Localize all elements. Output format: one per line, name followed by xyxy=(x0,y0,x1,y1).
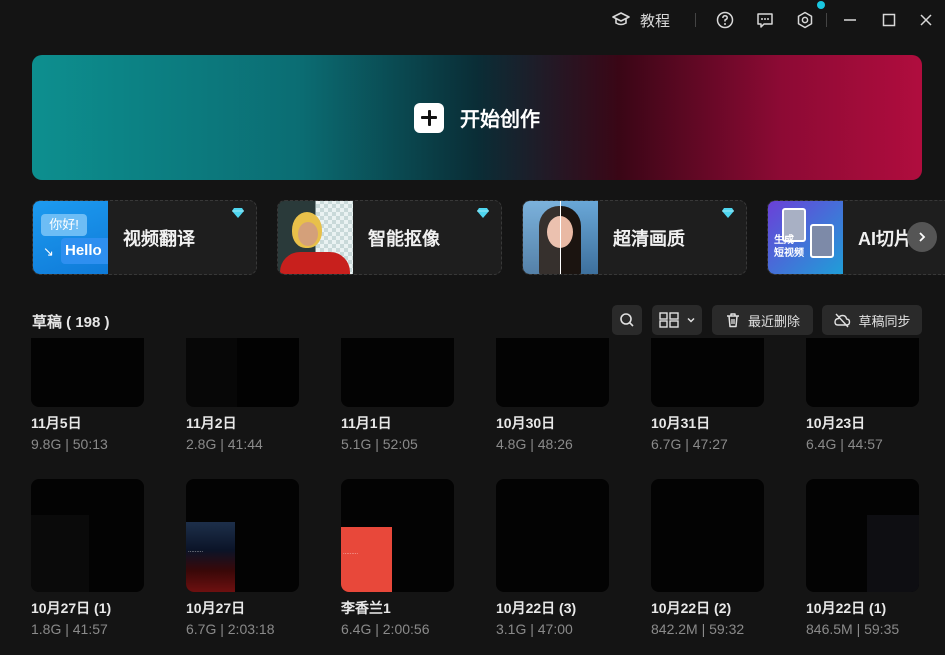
draft-name: 10月27日 xyxy=(186,598,299,618)
feature-card-hd-quality[interactable]: 超清画质 xyxy=(522,200,747,275)
draft-meta: 6.4G | 2:00:56 xyxy=(341,621,454,637)
draft-thumbnail xyxy=(651,338,764,407)
diamond-icon xyxy=(477,208,489,218)
draft-meta: 6.7G | 47:27 xyxy=(651,436,764,452)
maximize-icon[interactable] xyxy=(881,8,897,32)
draft-item[interactable]: 10月27日 (1) 1.8G | 41:57 xyxy=(31,479,144,637)
draft-thumbnail xyxy=(651,479,764,592)
draft-name: 10月22日 (1) xyxy=(806,598,919,618)
draft-item[interactable]: 10月23日 6.4G | 44:57 xyxy=(806,338,919,452)
settings-icon[interactable] xyxy=(796,8,814,32)
feature-title: AI切片 xyxy=(858,225,912,251)
draft-name: 李香兰1 xyxy=(341,598,454,618)
video-translate-thumbnail: 你好! ↘ Hello xyxy=(33,200,108,275)
title-bar: 教程 xyxy=(0,0,945,40)
draft-meta: 2.8G | 41:44 xyxy=(186,436,299,452)
draft-item[interactable]: 10月31日 6.7G | 47:27 xyxy=(651,338,764,452)
close-icon[interactable] xyxy=(918,8,934,32)
search-button[interactable] xyxy=(612,305,642,335)
help-icon[interactable] xyxy=(716,8,734,32)
draft-meta: 5.1G | 52:05 xyxy=(341,436,454,452)
feature-card-video-translate[interactable]: 你好! ↘ Hello 视频翻译 xyxy=(32,200,257,275)
drafts-title: 草稿 ( 198 ) xyxy=(32,311,110,332)
thumb-text-english: Hello xyxy=(61,238,108,264)
cloud-sync-off-icon xyxy=(833,312,851,328)
draft-item[interactable]: 10月22日 (3) 3.1G | 47:00 xyxy=(496,479,609,637)
graduation-cap-icon xyxy=(612,11,630,29)
draft-item[interactable]: ········· 李香兰1 6.4G | 2:00:56 xyxy=(341,479,454,637)
draft-thumbnail xyxy=(496,338,609,407)
tutorial-label: 教程 xyxy=(640,10,670,31)
notification-dot xyxy=(817,1,825,9)
smart-cutout-thumbnail xyxy=(278,200,353,275)
feature-title: 智能抠像 xyxy=(368,225,440,251)
draft-name: 11月5日 xyxy=(31,413,144,433)
recently-deleted-label: 最近删除 xyxy=(748,311,800,330)
draft-item[interactable]: 10月30日 4.8G | 48:26 xyxy=(496,338,609,452)
draft-item[interactable]: ········· 10月27日 6.7G | 2:03:18 xyxy=(186,479,299,637)
diamond-icon xyxy=(232,208,244,218)
draft-name: 10月30日 xyxy=(496,413,609,433)
draft-meta: 6.4G | 44:57 xyxy=(806,436,919,452)
draft-name: 11月1日 xyxy=(341,413,454,433)
draft-meta: 3.1G | 47:00 xyxy=(496,621,609,637)
draft-meta: 1.8G | 41:57 xyxy=(31,621,144,637)
draft-thumbnail xyxy=(31,338,144,407)
draft-meta: 9.8G | 50:13 xyxy=(31,436,144,452)
draft-thumbnail xyxy=(806,479,919,592)
search-icon xyxy=(619,312,635,328)
draft-name: 10月31日 xyxy=(651,413,764,433)
separator xyxy=(695,13,696,27)
chevron-down-icon xyxy=(686,315,696,325)
arrow-icon: ↘ xyxy=(43,244,54,260)
separator xyxy=(826,13,827,27)
draft-thumbnail xyxy=(31,479,144,592)
feedback-icon[interactable] xyxy=(756,8,774,32)
diamond-icon xyxy=(722,208,734,218)
feature-card-smart-cutout[interactable]: 智能抠像 xyxy=(277,200,502,275)
draft-thumbnail: ········· xyxy=(341,479,454,592)
feature-title: 视频翻译 xyxy=(123,225,195,251)
carousel-next-button[interactable] xyxy=(907,222,937,252)
video-preview-image: ········· xyxy=(341,527,392,592)
start-creation-button[interactable]: 开始创作 xyxy=(32,55,922,180)
draft-name: 10月22日 (3) xyxy=(496,598,609,618)
draft-name: 11月2日 xyxy=(186,413,299,433)
draft-thumbnail xyxy=(186,338,299,407)
draft-sync-label: 草稿同步 xyxy=(858,311,910,330)
draft-name: 10月22日 (2) xyxy=(651,598,764,618)
tutorial-button[interactable]: 教程 xyxy=(612,8,670,32)
plus-icon xyxy=(414,103,444,133)
grid-view-icon xyxy=(659,312,679,328)
draft-meta: 6.7G | 2:03:18 xyxy=(186,621,299,637)
draft-item[interactable]: 10月22日 (1) 846.5M | 59:35 xyxy=(806,479,919,637)
minimize-icon[interactable] xyxy=(842,8,858,32)
thumb-text-generate: 生成 xyxy=(774,235,794,246)
draft-item[interactable]: 11月5日 9.8G | 50:13 xyxy=(31,338,144,452)
feature-title: 超清画质 xyxy=(613,225,685,251)
start-creation-label: 开始创作 xyxy=(460,103,540,132)
hd-quality-thumbnail xyxy=(523,200,598,275)
draft-item[interactable]: 11月2日 2.8G | 41:44 xyxy=(186,338,299,452)
draft-name: 10月23日 xyxy=(806,413,919,433)
draft-thumbnail xyxy=(496,479,609,592)
thumb-text-short-video: 短视频 xyxy=(774,248,804,259)
trash-icon xyxy=(725,312,741,328)
draft-thumbnail: ········· xyxy=(186,479,299,592)
view-mode-dropdown[interactable] xyxy=(652,305,702,335)
draft-sync-button[interactable]: 草稿同步 xyxy=(822,305,922,335)
draft-meta: 4.8G | 48:26 xyxy=(496,436,609,452)
recently-deleted-button[interactable]: 最近删除 xyxy=(712,305,813,335)
draft-name: 10月27日 (1) xyxy=(31,598,144,618)
thumb-text-chinese: 你好! xyxy=(41,214,87,236)
chevron-right-icon xyxy=(916,231,928,243)
draft-thumbnail xyxy=(341,338,454,407)
draft-meta: 842.2M | 59:32 xyxy=(651,621,764,637)
draft-meta: 846.5M | 59:35 xyxy=(806,621,919,637)
ai-clip-thumbnail: 生成短视频 xyxy=(768,200,843,275)
video-preview-image: ········· xyxy=(186,522,235,592)
draft-item[interactable]: 11月1日 5.1G | 52:05 xyxy=(341,338,454,452)
draft-item[interactable]: 10月22日 (2) 842.2M | 59:32 xyxy=(651,479,764,637)
draft-thumbnail xyxy=(806,338,919,407)
